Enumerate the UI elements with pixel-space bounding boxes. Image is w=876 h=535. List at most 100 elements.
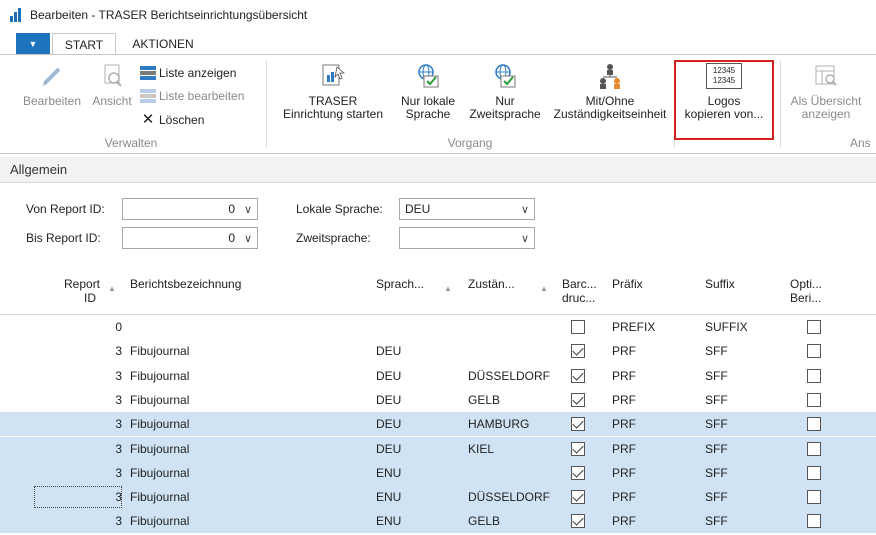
cell-sprache[interactable]: ENU	[376, 466, 401, 480]
section-allgemein[interactable]: Allgemein	[0, 157, 876, 183]
cell-sprache[interactable]: DEU	[376, 369, 401, 383]
col-zustaendigkeit[interactable]: Zustän...	[468, 277, 515, 291]
bearbeiten-button[interactable]: Bearbeiten	[22, 63, 82, 108]
cell-zustaendigkeit[interactable]: DÜSSELDORF	[468, 369, 550, 383]
barcode-checkbox[interactable]	[571, 465, 585, 480]
cell-zustaendigkeit[interactable]: GELB	[468, 514, 500, 528]
cell-sprache[interactable]: DEU	[376, 442, 401, 456]
optionen-checkbox[interactable]	[807, 368, 821, 383]
cell-suffix[interactable]: SFF	[705, 466, 728, 480]
zweitsprache-field[interactable]: ∨	[399, 227, 535, 249]
cell-praefix[interactable]: PRF	[612, 514, 636, 528]
cell-report-id[interactable]: 3	[0, 369, 122, 383]
cell-zustaendigkeit[interactable]: GELB	[468, 393, 500, 407]
cell-suffix[interactable]: SFF	[705, 417, 728, 431]
col-suffix[interactable]: Suffix	[705, 277, 735, 291]
cell-bezeichnung[interactable]: Fibujournal	[130, 369, 189, 383]
mit-ohne-zustaendigkeit-button[interactable]: Mit/Ohne Zuständigkeitseinheit	[547, 63, 673, 121]
chevron-down-icon[interactable]: ∨	[516, 232, 534, 245]
cell-praefix[interactable]: PRF	[612, 490, 636, 504]
cell-suffix[interactable]: SFF	[705, 514, 728, 528]
cell-bezeichnung[interactable]: Fibujournal	[130, 466, 189, 480]
tab-start[interactable]: START	[52, 33, 116, 55]
table-row[interactable]: 3 Fibujournal DEU HAMBURG PRF SFF	[0, 412, 876, 437]
table-row[interactable]: 3 Fibujournal DEU GELB PRF SFF	[0, 388, 876, 412]
barcode-checkbox[interactable]	[571, 344, 585, 359]
cell-praefix[interactable]: PRF	[612, 466, 636, 480]
cell-bezeichnung[interactable]: Fibujournal	[130, 393, 189, 407]
cell-sprache[interactable]: DEU	[376, 417, 401, 431]
als-uebersicht-button[interactable]: Als Übersicht anzeigen	[784, 63, 868, 121]
cell-zustaendigkeit[interactable]: HAMBURG	[468, 417, 529, 431]
ansicht-button[interactable]: Ansicht	[86, 63, 138, 108]
lokale-sprache-field[interactable]: DEU ∨	[399, 198, 535, 220]
cell-suffix[interactable]: SFF	[705, 344, 728, 358]
table-row[interactable]: 3 Fibujournal DEU KIEL PRF SFF	[0, 436, 876, 461]
table-row[interactable]: 3 Fibujournal ENU PRF SFF	[0, 460, 876, 485]
table-row[interactable]: 3 Fibujournal ENU GELB PRF SFF	[0, 509, 876, 534]
cell-praefix[interactable]: PRF	[612, 417, 636, 431]
cell-sprache[interactable]: ENU	[376, 490, 401, 504]
cell-bezeichnung[interactable]: Fibujournal	[130, 417, 189, 431]
cell-sprache[interactable]: DEU	[376, 393, 401, 407]
cell-sprache[interactable]: DEU	[376, 344, 401, 358]
cell-report-id[interactable]: 3	[0, 466, 122, 480]
barcode-checkbox[interactable]	[571, 441, 585, 456]
cell-sprache[interactable]: ENU	[376, 514, 401, 528]
von-report-field[interactable]: 0 ∨	[122, 198, 258, 220]
cell-bezeichnung[interactable]: Fibujournal	[130, 344, 189, 358]
cell-bezeichnung[interactable]: Fibujournal	[130, 514, 189, 528]
chevron-down-icon[interactable]: ∨	[516, 203, 534, 216]
optionen-checkbox[interactable]	[807, 320, 821, 334]
cell-praefix[interactable]: PRF	[612, 442, 636, 456]
cell-bezeichnung[interactable]: Fibujournal	[130, 442, 189, 456]
nur-lokale-sprache-button[interactable]: Nur lokale Sprache	[392, 63, 464, 121]
liste-anzeigen-button[interactable]: Liste anzeigen	[140, 64, 236, 82]
optionen-checkbox[interactable]	[807, 514, 821, 529]
cell-praefix[interactable]: PRF	[612, 344, 636, 358]
cell-report-id[interactable]: 3	[0, 344, 122, 358]
tab-aktionen[interactable]: AKTIONEN	[118, 33, 208, 55]
col-sprache[interactable]: Sprach...	[376, 277, 424, 291]
cell-report-id[interactable]: 3	[0, 417, 122, 431]
cell-zustaendigkeit[interactable]: KIEL	[468, 442, 494, 456]
optionen-checkbox[interactable]	[807, 417, 821, 432]
table-row[interactable]: 0 PREFIX SUFFIX	[0, 315, 876, 339]
cell-report-id[interactable]: 3	[0, 514, 122, 528]
cell-praefix[interactable]: PRF	[612, 369, 636, 383]
app-menu-button[interactable]: ▼	[16, 33, 50, 55]
col-barcode[interactable]: Barc... druc...	[562, 277, 597, 305]
cell-report-id[interactable]: 0	[0, 320, 122, 334]
cell-suffix[interactable]: SFF	[705, 369, 728, 383]
col-berichtsbezeichnung[interactable]: Berichtsbezeichnung	[130, 277, 241, 291]
col-praefix[interactable]: Präfix	[612, 277, 643, 291]
table-row[interactable]: 3 Fibujournal DEU DÜSSELDORF PRF SFF	[0, 364, 876, 388]
cell-praefix[interactable]: PRF	[612, 393, 636, 407]
cell-suffix[interactable]: SFF	[705, 393, 728, 407]
cell-zustaendigkeit[interactable]: DÜSSELDORF	[468, 490, 550, 504]
barcode-checkbox[interactable]	[571, 320, 585, 334]
optionen-checkbox[interactable]	[807, 392, 821, 407]
barcode-checkbox[interactable]	[571, 490, 585, 505]
chevron-down-icon[interactable]: ∨	[239, 203, 257, 216]
table-row[interactable]: 3 Fibujournal DEU PRF SFF	[0, 339, 876, 363]
barcode-checkbox[interactable]	[571, 368, 585, 383]
optionen-checkbox[interactable]	[807, 465, 821, 480]
table-row[interactable]: 3 Fibujournal ENU DÜSSELDORF PRF SFF	[0, 485, 876, 510]
optionen-checkbox[interactable]	[807, 441, 821, 456]
cell-report-id[interactable]: 3	[0, 393, 122, 407]
optionen-checkbox[interactable]	[807, 344, 821, 359]
cell-bezeichnung[interactable]: Fibujournal	[130, 490, 189, 504]
nur-zweitsprache-button[interactable]: Nur Zweitsprache	[464, 63, 546, 121]
barcode-checkbox[interactable]	[571, 514, 585, 529]
bis-report-field[interactable]: 0 ∨	[122, 227, 258, 249]
cell-suffix[interactable]: SUFFIX	[705, 320, 748, 334]
traser-einrichtung-button[interactable]: TRASER Einrichtung starten	[274, 63, 392, 121]
optionen-checkbox[interactable]	[807, 490, 821, 505]
col-report-id[interactable]: Report ID	[64, 277, 100, 305]
loeschen-button[interactable]: ✕ Löschen	[140, 111, 205, 129]
cell-praefix[interactable]: PREFIX	[612, 320, 655, 334]
chevron-down-icon[interactable]: ∨	[239, 232, 257, 245]
cell-report-id[interactable]: 3	[0, 442, 122, 456]
barcode-checkbox[interactable]	[571, 392, 585, 407]
